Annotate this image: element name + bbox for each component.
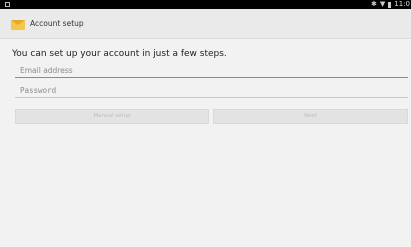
action-bar: Account setup <box>0 9 411 39</box>
email-field[interactable] <box>15 64 408 78</box>
notification-icon <box>5 2 10 7</box>
setup-instructions: You can set up your account in just a fe… <box>12 49 227 59</box>
next-button[interactable]: Next <box>213 109 408 124</box>
password-field[interactable] <box>15 84 408 98</box>
status-clock: 11:0 <box>394 0 410 8</box>
battery-icon <box>388 1 392 8</box>
bluetooth-icon: ✱ <box>371 0 377 8</box>
email-app-icon <box>11 18 25 30</box>
manual-setup-button[interactable]: Manual setup <box>15 109 209 124</box>
wifi-icon: ▼ <box>379 0 386 8</box>
page-title: Account setup <box>30 19 84 28</box>
status-bar: ✱ ▼ 11:0 <box>0 0 411 9</box>
status-icons: ✱ ▼ 11:0 <box>371 0 411 9</box>
